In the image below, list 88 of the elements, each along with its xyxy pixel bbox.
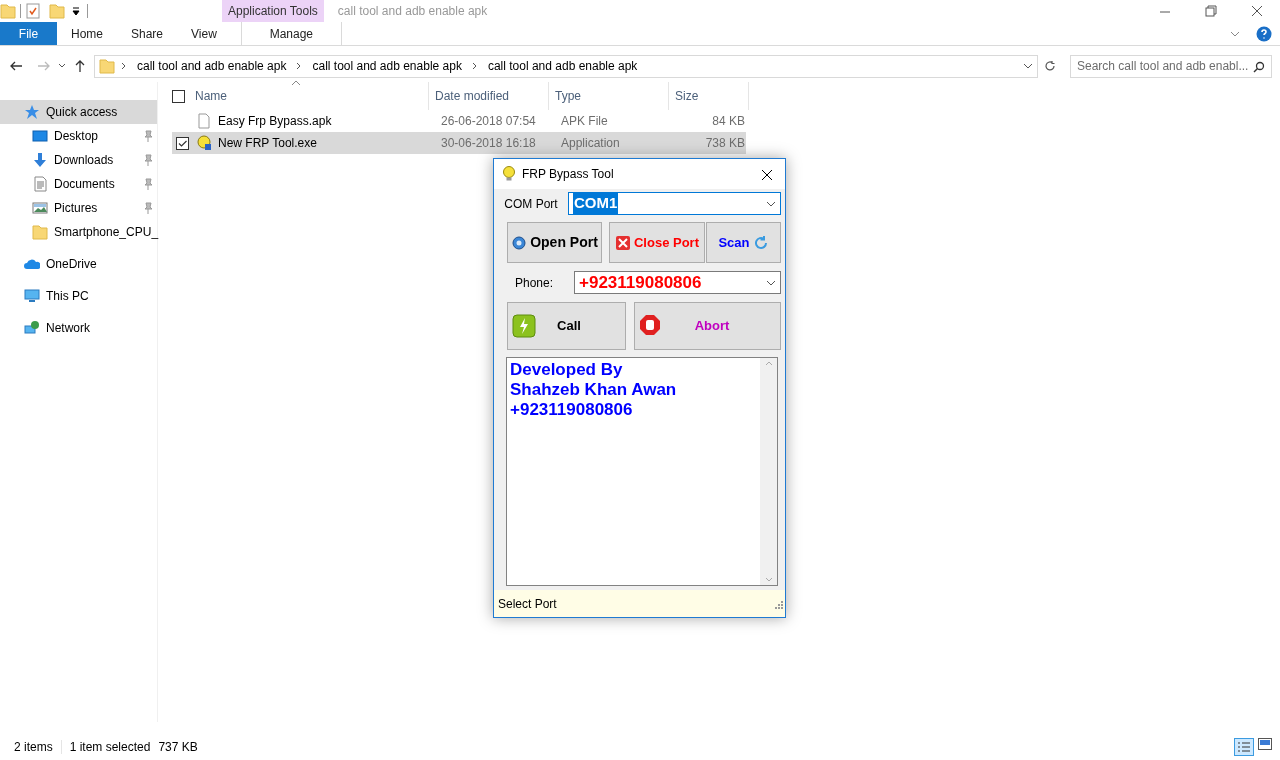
file-row[interactable]: Easy Frp Bypass.apk 26-06-2018 07:54 APK File 84 KB	[172, 110, 746, 132]
action-button[interactable]: Abort	[634, 302, 781, 350]
help-icon[interactable]	[1256, 25, 1272, 42]
file-name: Easy Frp Bypass.apk	[217, 113, 333, 130]
picture-icon	[32, 200, 48, 216]
ribbon-tab[interactable]: Home	[57, 22, 117, 45]
stop-hand-icon	[639, 314, 663, 338]
refresh-icon[interactable]	[1044, 60, 1056, 72]
log-text-area[interactable]: Developed By Shahzeb Khan Awan +923119080806	[506, 357, 778, 586]
ribbon-group-label: Application Tools	[222, 0, 324, 22]
large-icons-view-icon[interactable]	[1258, 738, 1272, 750]
monitor-icon	[32, 128, 48, 144]
restore-icon[interactable]	[1204, 4, 1218, 18]
address-bar[interactable]: call tool and adb enable apk call tool and adb enable apk call tool and adb enable apk	[94, 54, 1038, 78]
sidebar-item[interactable]: Smartphone_CPU_	[0, 220, 157, 244]
window-title: call tool and adb enable apk	[337, 3, 488, 20]
star-icon	[24, 104, 40, 120]
resize-grip-icon	[773, 598, 783, 609]
chevron-right-icon[interactable]	[471, 62, 478, 70]
chevron-right-icon[interactable]	[121, 62, 127, 70]
log-line: Shahzeb Khan Awan	[510, 380, 678, 400]
folder-icon	[32, 224, 48, 240]
sidebar-item[interactable]: Desktop	[0, 124, 157, 148]
sidebar-item[interactable]: This PC	[0, 284, 157, 308]
port-button[interactable]: Open Port	[507, 222, 602, 263]
column-header[interactable]: Date modified	[429, 82, 549, 110]
computer-icon	[24, 288, 40, 304]
customize-dropdown-icon[interactable]	[71, 6, 81, 16]
type-cell-text: APK File	[560, 113, 609, 130]
column-header[interactable]: Size	[669, 82, 749, 110]
network-icon	[24, 320, 40, 336]
sidebar-item[interactable]: Network	[0, 316, 157, 340]
com-port-dropdown[interactable]: COM1	[568, 192, 781, 215]
sidebar-item[interactable]: Pictures	[0, 196, 157, 220]
recent-locations-icon[interactable]	[58, 62, 66, 70]
folder-icon	[99, 58, 115, 74]
dialog-title: FRP Bypass Tool	[522, 166, 614, 183]
breadcrumb[interactable]: call tool and adb enable apk	[137, 57, 287, 75]
date-cell-text: 26-06-2018 07:54	[440, 113, 537, 130]
selection-size: 737 KB	[158, 739, 199, 756]
ribbon-tab[interactable]: File	[0, 22, 57, 45]
properties-icon[interactable]	[25, 3, 41, 19]
checkbox-icon[interactable]	[176, 136, 189, 150]
selection-count: 1 item selected	[69, 739, 152, 756]
search-icon[interactable]	[1253, 60, 1265, 73]
item-count: 2 items	[14, 739, 54, 756]
chevron-right-icon[interactable]	[296, 62, 303, 70]
lightbulb-icon	[502, 166, 516, 182]
log-line: +923119080806	[510, 400, 634, 420]
select-all-checkbox[interactable]	[172, 89, 185, 103]
sidebar-item[interactable]: Downloads	[0, 148, 157, 172]
refresh-icon	[752, 234, 769, 251]
breadcrumb[interactable]: call tool and adb enable apk	[312, 57, 462, 75]
breadcrumb[interactable]: call tool and adb enable apk	[487, 57, 638, 75]
document-icon	[32, 176, 48, 192]
lightbulb-icon	[196, 135, 212, 151]
sort-ascending-icon[interactable]	[291, 80, 301, 86]
size-cell-text: 738 KB	[704, 135, 745, 152]
date-cell-text: 30-06-2018 16:18	[440, 135, 537, 152]
size-cell-text: 84 KB	[711, 113, 745, 130]
field-label: COM Port	[503, 195, 559, 213]
port-button[interactable]: Scan	[706, 222, 781, 263]
phone-dropdown[interactable]: +923119080806	[574, 271, 781, 294]
close-icon	[615, 234, 631, 251]
search-field[interactable]: Search call tool and adb enabl...	[1070, 54, 1272, 78]
close-icon[interactable]	[1250, 4, 1264, 18]
file-row[interactable]: New FRP Tool.exe 30-06-2018 16:18 Application 738 KB	[172, 132, 746, 154]
type-cell-text: Application	[560, 135, 621, 152]
gear-icon	[511, 234, 528, 251]
ribbon-tab[interactable]: View	[177, 22, 231, 45]
ribbon-tab[interactable]: Manage	[240, 22, 342, 45]
column-header[interactable]: Name	[189, 82, 429, 110]
expand-ribbon-icon[interactable]	[1230, 29, 1240, 38]
sidebar-item[interactable]: Quick access	[0, 100, 157, 124]
ribbon-tab[interactable]: Share	[117, 22, 178, 45]
action-button[interactable]: Call	[507, 302, 626, 350]
field-label: Phone:	[513, 274, 554, 292]
address-dropdown-icon[interactable]	[1023, 62, 1033, 70]
close-icon[interactable]	[761, 168, 773, 181]
file-icon	[196, 113, 212, 129]
download-icon	[32, 152, 48, 168]
sidebar-item[interactable]: OneDrive	[0, 252, 157, 276]
log-line: Developed By	[510, 360, 624, 380]
column-header[interactable]: Type	[549, 82, 669, 110]
status-text: Select Port	[498, 595, 557, 613]
file-name: New FRP Tool.exe	[217, 135, 318, 152]
lightning-icon	[512, 314, 536, 338]
sidebar-item[interactable]: Documents	[0, 172, 157, 196]
